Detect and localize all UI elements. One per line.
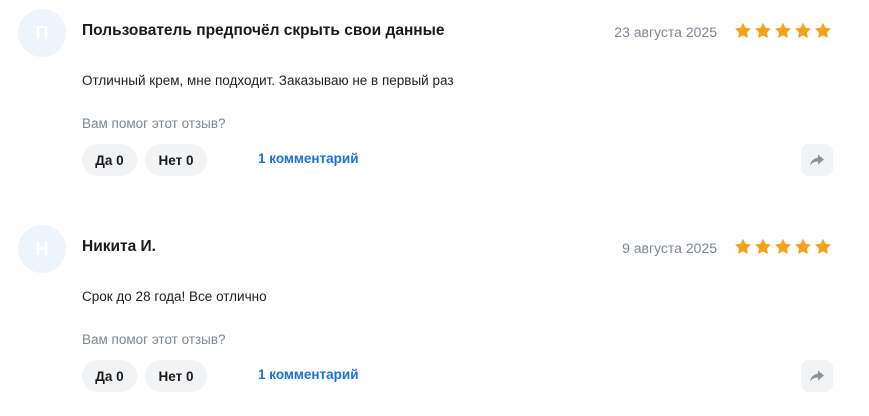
helpful-prompt: Вам помог этот отзыв? <box>82 332 226 347</box>
review-text: Срок до 28 года! Все отлично <box>82 289 267 304</box>
review-card: Н Никита И. 9 августа 2025 Срок до 28 го… <box>0 216 869 416</box>
rating-stars <box>734 238 832 256</box>
avatar: П <box>18 9 66 57</box>
avatar: Н <box>18 225 66 273</box>
comments-link[interactable]: 1 комментарий <box>258 151 359 166</box>
star-icon <box>795 23 811 38</box>
star-icon <box>755 23 771 38</box>
review-author: Никита И. <box>82 238 156 255</box>
share-button[interactable] <box>801 360 833 392</box>
star-icon <box>775 239 791 254</box>
helpful-no-button[interactable]: Нет 0 <box>145 144 207 176</box>
star-icon <box>815 23 831 38</box>
helpful-no-button[interactable]: Нет 0 <box>145 360 207 392</box>
review-date: 23 августа 2025 <box>614 24 717 40</box>
star-icon <box>815 239 831 254</box>
review-date: 9 августа 2025 <box>622 240 717 256</box>
review-author: Пользователь предпочёл скрыть свои данны… <box>82 22 445 39</box>
review-text: Отличный крем, мне подходит. Заказываю н… <box>82 73 454 88</box>
star-icon <box>795 239 811 254</box>
review-card: П Пользователь предпочёл скрыть свои дан… <box>0 0 869 200</box>
star-icon <box>775 23 791 38</box>
comments-link[interactable]: 1 комментарий <box>258 367 359 382</box>
star-icon <box>755 239 771 254</box>
share-arrow-icon <box>810 154 824 166</box>
share-arrow-icon <box>810 370 824 382</box>
helpful-yes-button[interactable]: Да 0 <box>82 144 137 176</box>
rating-stars <box>734 22 832 40</box>
helpful-prompt: Вам помог этот отзыв? <box>82 116 226 131</box>
helpful-yes-button[interactable]: Да 0 <box>82 360 137 392</box>
star-icon <box>735 23 751 38</box>
star-icon <box>735 239 751 254</box>
share-button[interactable] <box>801 144 833 176</box>
